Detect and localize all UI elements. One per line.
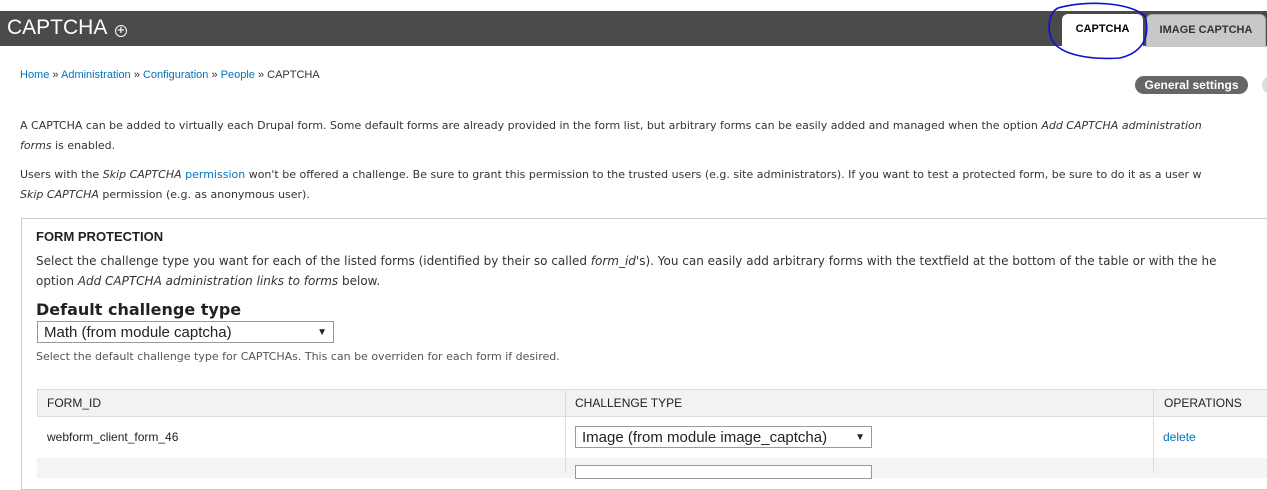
challenge-type-select-next[interactable] bbox=[575, 465, 872, 479]
tab-captcha[interactable]: CAPTCHA bbox=[1062, 14, 1143, 46]
breadcrumb-administration[interactable]: Administration bbox=[61, 69, 131, 81]
chevron-down-icon: ▼ bbox=[317, 327, 327, 338]
page-title: CAPTCHA bbox=[7, 16, 108, 39]
breadcrumb: Home » Administration » Configuration » … bbox=[20, 69, 320, 81]
intro-emphasis: forms bbox=[20, 139, 52, 152]
breadcrumb-separator: » bbox=[257, 69, 265, 81]
select-value: Image (from module image_captcha) bbox=[582, 429, 828, 446]
intro-emphasis: Skip CAPTCHA bbox=[20, 188, 99, 201]
intro-paragraph-2: Users with the Skip CAPTCHA permission w… bbox=[20, 165, 1202, 205]
breadcrumb-people[interactable]: People bbox=[221, 69, 255, 81]
default-challenge-label: Default challenge type bbox=[36, 300, 242, 319]
form-id-cell: webform_client_form_46 bbox=[47, 430, 179, 444]
partial-button[interactable] bbox=[1262, 76, 1267, 94]
column-header-operations: OPERATIONS bbox=[1164, 396, 1242, 410]
fieldset-description: Select the challenge type you want for e… bbox=[36, 251, 1216, 291]
breadcrumb-home[interactable]: Home bbox=[20, 69, 49, 81]
challenge-type-select[interactable]: Image (from module image_captcha) ▼ bbox=[575, 426, 872, 448]
breadcrumb-separator: » bbox=[52, 69, 59, 81]
delete-link[interactable]: delete bbox=[1163, 430, 1196, 444]
general-settings-button[interactable]: General settings bbox=[1135, 76, 1248, 94]
desc-emphasis: form_id bbox=[590, 254, 636, 268]
select-value: Math (from module captcha) bbox=[44, 324, 232, 341]
breadcrumb-separator: » bbox=[133, 69, 140, 81]
default-challenge-select[interactable]: Math (from module captcha) ▼ bbox=[37, 321, 334, 343]
intro-text: A CAPTCHA can be added to virtually each… bbox=[20, 119, 1042, 132]
desc-emphasis: Add CAPTCHA administration links to form… bbox=[77, 274, 339, 288]
column-header-form-id: FORM_ID bbox=[47, 396, 101, 410]
desc-text: option bbox=[36, 274, 78, 288]
desc-text: 's). You can easily add arbitrary forms … bbox=[635, 254, 1217, 268]
breadcrumb-configuration[interactable]: Configuration bbox=[143, 69, 208, 81]
top-strip bbox=[0, 0, 1267, 11]
intro-paragraph-1: A CAPTCHA can be added to virtually each… bbox=[20, 116, 1202, 156]
intro-text: Users with the bbox=[20, 168, 103, 181]
chevron-down-icon: ▼ bbox=[855, 432, 865, 443]
intro-text: is enabled. bbox=[51, 139, 116, 152]
breadcrumb-current: CAPTCHA bbox=[267, 69, 320, 81]
default-challenge-help: Select the default challenge type for CA… bbox=[36, 350, 560, 363]
fieldset-legend: FORM PROTECTION bbox=[36, 229, 164, 244]
intro-emphasis: Skip CAPTCHA bbox=[102, 168, 182, 181]
breadcrumb-separator: » bbox=[211, 69, 218, 81]
column-divider bbox=[565, 389, 566, 473]
desc-text: below. bbox=[338, 274, 381, 288]
desc-text: Select the challenge type you want for e… bbox=[36, 254, 591, 268]
intro-text: won't be offered a challenge. Be sure to… bbox=[245, 168, 1202, 181]
column-divider bbox=[1153, 389, 1154, 473]
permission-link[interactable]: permission bbox=[185, 168, 245, 181]
intro-emphasis: Add CAPTCHA administration bbox=[1041, 119, 1202, 132]
tab-image-captcha[interactable]: IMAGE CAPTCHA bbox=[1146, 14, 1266, 47]
column-header-challenge-type: CHALLENGE TYPE bbox=[575, 396, 683, 410]
intro-text: permission (e.g. as anonymous user). bbox=[98, 188, 310, 201]
plus-circle-icon[interactable]: + bbox=[115, 25, 127, 37]
